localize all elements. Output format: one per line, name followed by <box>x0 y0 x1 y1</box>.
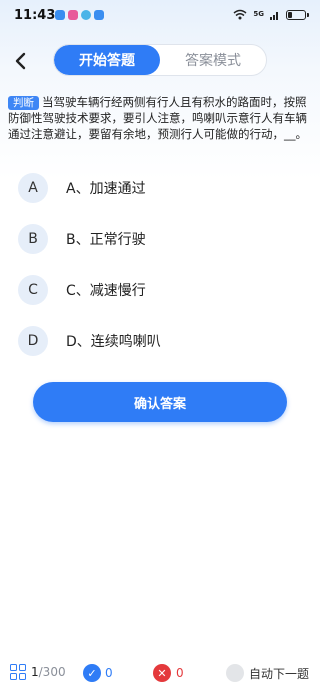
question-type-badge: 判断 <box>8 96 39 110</box>
status-bar: 11:43 5G <box>0 0 320 30</box>
app-notification-icon <box>68 10 78 20</box>
option-letter: B <box>18 224 48 254</box>
options-list: A A、加速通过 B B、正常行驶 C C、减速慢行 D D、连续鸣喇叭 <box>18 170 308 374</box>
notification-icons <box>55 10 104 20</box>
app-notification-icon <box>81 10 91 20</box>
auto-next-toggle[interactable]: 自动下一题 <box>226 664 309 682</box>
grid-icon <box>10 664 26 680</box>
status-time: 11:43 <box>14 8 56 23</box>
bottom-bar: 1 /300 ✓ 0 ✕ 0 自动下一题 <box>0 660 320 690</box>
back-button[interactable] <box>8 47 32 75</box>
wrong-count: 0 <box>176 666 184 680</box>
signal-icon <box>270 11 278 20</box>
progress-current: 1 <box>31 665 39 679</box>
confirm-answer-button[interactable]: 确认答案 <box>33 382 287 422</box>
check-icon: ✓ <box>83 664 101 682</box>
option-d[interactable]: D D、连续鸣喇叭 <box>18 323 308 359</box>
option-letter: C <box>18 275 48 305</box>
option-a[interactable]: A A、加速通过 <box>18 170 308 206</box>
auto-next-label: 自动下一题 <box>249 666 310 681</box>
tab-start-quiz[interactable]: 开始答题 <box>54 45 160 75</box>
option-b[interactable]: B B、正常行驶 <box>18 221 308 257</box>
network-type: 5G <box>253 10 264 18</box>
progress-total: /300 <box>38 665 66 679</box>
tab-answer-mode[interactable]: 答案模式 <box>160 45 266 75</box>
progress-indicator[interactable]: 1 /300 <box>10 664 66 680</box>
question-text: 当驾驶车辆行经两侧有行人且有积水的路面时，按照防御性驾驶技术要求，要引人注意，鸣… <box>8 95 307 141</box>
option-c[interactable]: C C、减速慢行 <box>18 272 308 308</box>
option-letter: A <box>18 173 48 203</box>
status-indicators: 5G <box>233 9 309 20</box>
app-notification-icon <box>94 10 104 20</box>
cross-icon: ✕ <box>153 664 171 682</box>
toggle-circle-icon <box>226 664 244 682</box>
option-letter: D <box>18 326 48 356</box>
wrong-counter: ✕ 0 <box>153 664 184 682</box>
option-label: D、连续鸣喇叭 <box>66 334 161 350</box>
chevron-left-icon <box>15 52 26 70</box>
app-notification-icon <box>55 10 65 20</box>
question-block: 判断 当驾驶车辆行经两侧有行人且有积水的路面时，按照防御性驾驶技术要求，要引人注意… <box>8 94 310 142</box>
mode-switch: 开始答题 答案模式 <box>53 44 267 76</box>
correct-count: 0 <box>105 666 113 680</box>
option-label: A、加速通过 <box>66 181 146 197</box>
wifi-icon <box>233 9 247 20</box>
option-label: C、减速慢行 <box>66 283 146 299</box>
option-label: B、正常行驶 <box>66 232 146 248</box>
correct-counter: ✓ 0 <box>83 664 113 682</box>
battery-icon <box>286 9 309 20</box>
